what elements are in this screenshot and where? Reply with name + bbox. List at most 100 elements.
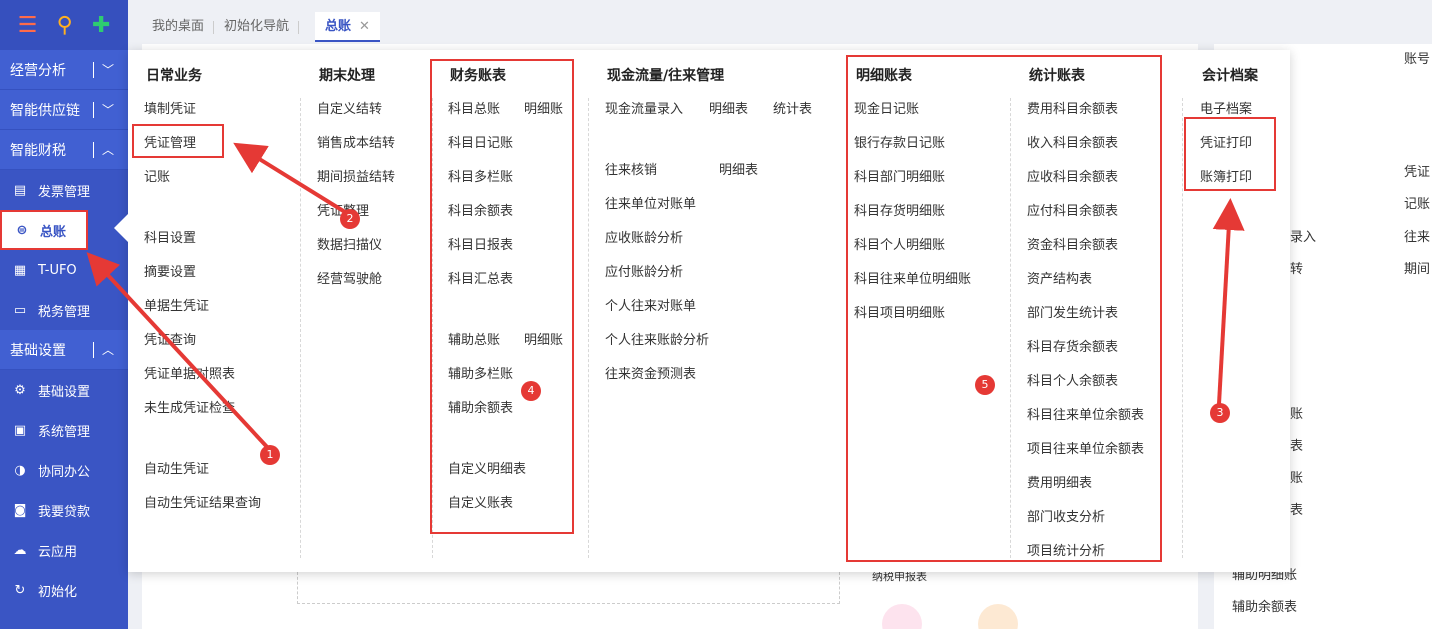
menu-item-ar-writeoff[interactable]: 往来核销: [605, 159, 657, 178]
col-title-daily: 日常业务: [146, 68, 202, 84]
highlight-financial-reports: [430, 59, 574, 534]
divider: [1182, 98, 1183, 558]
menu-item-account-setup[interactable]: 科目设置: [144, 227, 196, 246]
sidebar-item-label: 税务管理: [38, 304, 91, 320]
divider: [588, 98, 589, 558]
bg-label-entry: 录入: [1290, 230, 1317, 245]
menu-item-data-scanner[interactable]: 数据扫描仪: [317, 234, 382, 253]
col-title-archive: 会计档案: [1202, 68, 1258, 84]
menu-item-fund-forecast[interactable]: 往来资金预测表: [605, 363, 696, 382]
highlight-print: [1184, 117, 1276, 191]
menu-item-cost-transfer[interactable]: 销售成本结转: [317, 132, 395, 151]
menu-item-e-archive[interactable]: 电子档案: [1200, 98, 1252, 117]
menu-item-fill-voucher[interactable]: 填制凭证: [144, 98, 196, 117]
sidebar-item-general-ledger[interactable]: ⊜ 总账: [0, 210, 88, 250]
menu-item-ar-aging[interactable]: 应收账龄分析: [605, 227, 683, 246]
divider: [300, 98, 301, 558]
bg-label-account: 账号: [1404, 52, 1431, 67]
cloud-icon: ☁: [13, 542, 27, 558]
sidebar-item-cloud[interactable]: ☁ 云应用: [0, 530, 128, 570]
sidebar-item-loan[interactable]: ◙ 我要贷款: [0, 490, 128, 530]
col-title-cashflow: 现金流量/往来管理: [607, 68, 725, 84]
highlight-detail-stat-reports: [846, 55, 1162, 562]
menu-item-voucher-query[interactable]: 凭证查询: [144, 329, 196, 348]
menu-item-statement[interactable]: 往来单位对账单: [605, 193, 696, 212]
menu-item-auto-voucher[interactable]: 自动生凭证: [144, 458, 209, 477]
divider: [93, 142, 94, 158]
divider: [93, 62, 94, 78]
bg-label-table-2: 表: [1290, 503, 1304, 518]
menu-item-personal-aging[interactable]: 个人往来账龄分析: [605, 329, 709, 348]
menu-item-pl-transfer[interactable]: 期间损益结转: [317, 166, 395, 185]
step-badge-2: 2: [340, 209, 360, 229]
bg-label-table-1: 表: [1290, 439, 1304, 454]
sidebar-group-supply-chain[interactable]: 智能供应链 ﹀: [0, 90, 128, 130]
menu-item-summary-setup[interactable]: 摘要设置: [144, 261, 196, 280]
highlight-voucher-mgmt: [132, 124, 224, 158]
tab-my-desktop[interactable]: 我的桌面: [142, 12, 215, 42]
sidebar-item-label: 我要贷款: [38, 504, 91, 520]
menu-item-voucher-doc-table[interactable]: 凭证单据对照表: [144, 363, 235, 382]
menu-item-cashflow-detail[interactable]: 明细表: [709, 98, 748, 117]
menu-icon[interactable]: ☰: [18, 13, 38, 38]
sidebar-item-label: 初始化: [38, 584, 78, 600]
sidebar-item-label: 云应用: [38, 544, 78, 560]
collab-icon: ◑: [14, 462, 26, 478]
menu-item-cockpit[interactable]: 经营驾驶舱: [317, 268, 382, 287]
menu-item-doc-to-voucher[interactable]: 单据生凭证: [144, 295, 209, 314]
sidebar-item-label: T-UFO: [38, 262, 77, 278]
menu-item-cashflow-stats[interactable]: 统计表: [773, 98, 812, 117]
tab-bar: 我的桌面 初始化导航 总账 ✕: [142, 12, 380, 42]
sidebar-group-finance-tax[interactable]: 智能财税 ︿: [0, 130, 128, 170]
bg-label-transfer: 转: [1290, 262, 1304, 277]
step-badge-1: 1: [260, 445, 280, 465]
bg-label-voucher: 凭证: [1404, 165, 1431, 180]
sidebar-item-label: 总账: [40, 224, 67, 240]
menu-item-ungenerated-check[interactable]: 未生成凭证检查: [144, 397, 235, 416]
sidebar-topbar: ☰ ⚲ ✚: [0, 0, 128, 50]
sidebar-item-label: 系统管理: [38, 424, 91, 440]
tab-init-nav[interactable]: 初始化导航: [214, 12, 300, 42]
menu-item-auto-voucher-result[interactable]: 自动生凭证结果查询: [144, 492, 261, 511]
menu-item-custom-transfer[interactable]: 自定义结转: [317, 98, 382, 117]
sidebar-group-base-settings[interactable]: 基础设置 ︿: [0, 330, 128, 370]
sidebar-item-label: 发票管理: [38, 184, 91, 200]
bg-label-post: 记账: [1404, 197, 1431, 212]
menu-item-posting[interactable]: 记账: [144, 166, 170, 185]
sidebar-item-collab[interactable]: ◑ 协同办公: [0, 450, 128, 490]
divider: [93, 342, 94, 358]
sidebar-item-tax[interactable]: ▭ 税务管理: [0, 290, 128, 330]
wallet-icon: ◙: [13, 502, 27, 518]
add-icon[interactable]: ✚: [92, 13, 110, 38]
menu-item-ar-detail[interactable]: 明细表: [719, 159, 758, 178]
tab-general-ledger[interactable]: 总账 ✕: [315, 12, 380, 42]
sidebar-item-invoice[interactable]: ▤ 发票管理: [0, 170, 128, 210]
menu-item-ap-aging[interactable]: 应付账龄分析: [605, 261, 683, 280]
tab-general-ledger-label: 总账: [325, 19, 352, 34]
sidebar-group-label: 智能财税: [10, 142, 66, 159]
search-icon[interactable]: ⚲: [57, 13, 73, 38]
close-icon[interactable]: ✕: [359, 19, 370, 34]
sidebar-item-label: 基础设置: [38, 384, 91, 400]
chevron-down-icon: ﹀: [101, 63, 114, 77]
menu-item-cashflow-entry[interactable]: 现金流量录入: [605, 98, 683, 117]
refresh-icon: ↻: [14, 582, 26, 598]
sidebar-group-label: 智能供应链: [10, 102, 80, 119]
bg-label-aux-balance[interactable]: 辅助余额表: [1232, 596, 1297, 615]
building-icon: ▦: [13, 262, 27, 278]
sidebar: ☰ ⚲ ✚ 经营分析 ﹀ 智能供应链 ﹀ 智能财税 ︿ ▤ 发票管理 ⊜ 总账 …: [0, 0, 128, 629]
chevron-up-icon: ︿: [101, 143, 114, 157]
sidebar-item-system[interactable]: ▣ 系统管理: [0, 410, 128, 450]
bg-dashed-box: [297, 572, 840, 604]
sidebar-item-t-ufo[interactable]: ▦ T-UFO: [0, 250, 128, 290]
menu-caret: [114, 214, 128, 242]
sidebar-item-base-settings[interactable]: ⚙ 基础设置: [0, 370, 128, 410]
menu-item-personal-statement[interactable]: 个人往来对账单: [605, 295, 696, 314]
tax-icon: ▭: [13, 302, 27, 318]
divider: [93, 102, 94, 118]
bg-label-ar: 往来: [1404, 230, 1431, 245]
step-badge-5: 5: [975, 375, 995, 395]
sidebar-group-business-analysis[interactable]: 经营分析 ﹀: [0, 50, 128, 90]
sidebar-item-init[interactable]: ↻ 初始化: [0, 570, 128, 610]
sidebar-item-label: 协同办公: [38, 464, 91, 480]
